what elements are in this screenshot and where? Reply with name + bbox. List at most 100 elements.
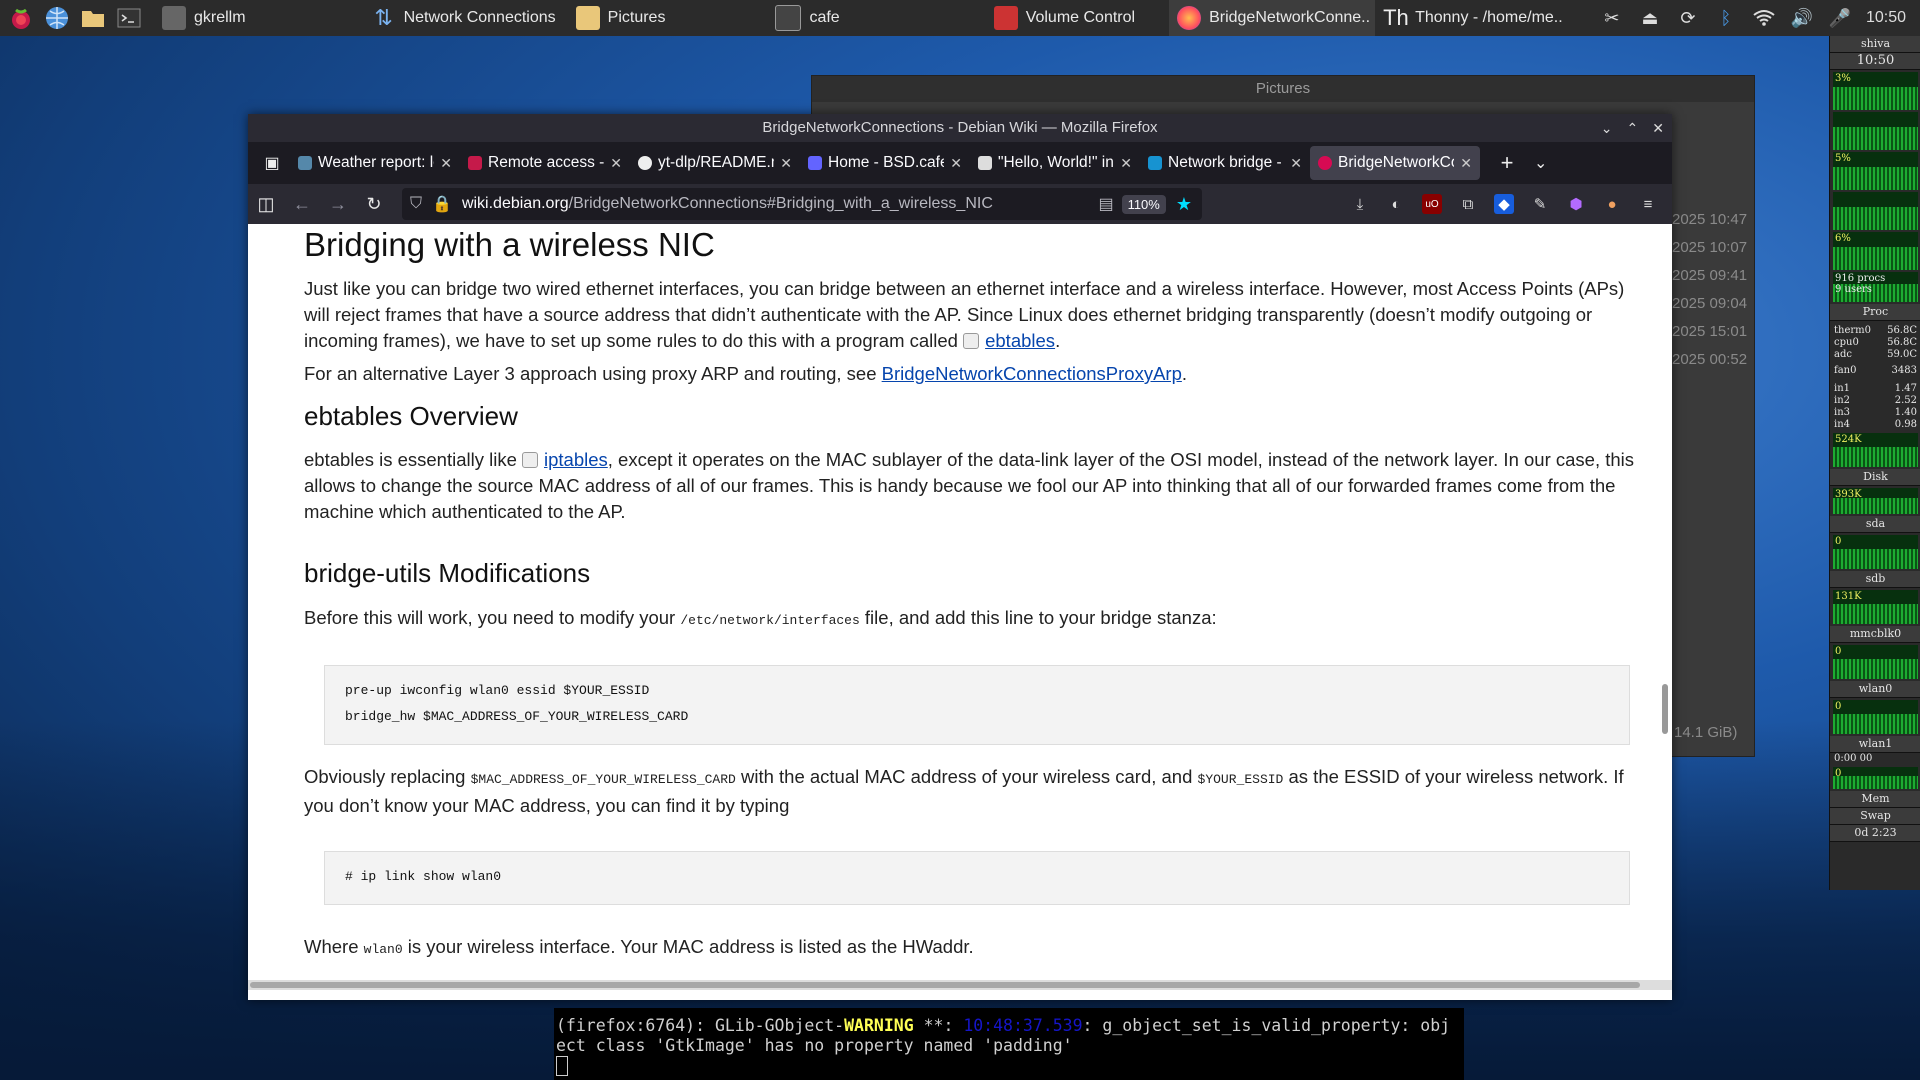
tab-label: BridgeNetworkCo [1338, 154, 1455, 171]
terminal-launcher-icon[interactable] [114, 3, 144, 33]
tab-favicon-icon [1148, 156, 1162, 170]
tab-close-icon[interactable]: ✕ [1460, 155, 1472, 172]
date-cell: 2025 10:07 [1672, 239, 1748, 256]
sensor-name: in2 [1834, 395, 1851, 406]
task-firefox[interactable]: BridgeNetworkConne.. [1169, 0, 1376, 36]
clock[interactable]: 10:50 [1866, 6, 1906, 30]
close-icon[interactable]: ✕ [1652, 114, 1664, 142]
wlan0-value: 0 [1835, 701, 1842, 712]
back-icon[interactable]: ← [284, 194, 320, 215]
tab-favicon-icon [808, 156, 822, 170]
task-thonny[interactable]: Th Thonny - /home/me.. [1375, 0, 1591, 36]
paragraph-text: . [1055, 330, 1061, 351]
link-ebtables[interactable]: ebtables [985, 330, 1055, 351]
task-volume-control[interactable]: Volume Control [986, 0, 1143, 36]
firefox-view-icon[interactable]: ▣ [254, 153, 290, 173]
tab-network-bridge[interactable]: Network bridge - A ✕ [1140, 146, 1310, 180]
page-content[interactable]: Bridging with a wireless NIC Just like y… [248, 224, 1672, 990]
date-cell: 2025 09:04 [1672, 295, 1748, 312]
terminal-output[interactable]: (firefox:6764): GLib-GObject-WARNING **:… [554, 1008, 1464, 1080]
tab-yt-dlp[interactable]: yt-dlp/README.m ✕ [630, 146, 800, 180]
terminal-cursor [556, 1056, 568, 1076]
bluetooth-icon[interactable]: ᛒ [1714, 6, 1738, 30]
new-tab-button[interactable]: + [1494, 150, 1520, 176]
sensor-row: cpu0 56.8C [1830, 337, 1920, 349]
sidebar-icon[interactable]: ◫ [248, 194, 284, 215]
lock-icon[interactable]: 🔒 [432, 194, 452, 214]
raspberry-menu-icon[interactable] [6, 3, 36, 33]
reload-icon[interactable]: ↻ [356, 194, 392, 215]
cpu-label: 3% [1835, 73, 1851, 84]
sensor-name: in3 [1834, 407, 1851, 418]
downloads-icon[interactable]: ⤓ [1350, 194, 1370, 214]
scissors-icon[interactable]: ✂ [1600, 6, 1624, 30]
tab-close-icon[interactable]: ✕ [780, 155, 792, 172]
tab-close-icon[interactable]: ✕ [440, 155, 452, 172]
firefox-window[interactable]: BridgeNetworkConnections - Debian Wiki —… [248, 114, 1672, 1000]
bookmark-star-icon[interactable]: ★ [1176, 194, 1192, 215]
task-gkrellm[interactable]: gkrellm [154, 0, 254, 36]
extension-icon[interactable]: ✎ [1530, 194, 1550, 214]
volume-icon[interactable]: 🔊 [1790, 6, 1814, 30]
tab-bridge-network-connections[interactable]: BridgeNetworkCo ✕ [1310, 146, 1480, 180]
task-cafe-terminal[interactable]: cafe [767, 0, 847, 36]
sensor-value: 0.98 [1894, 419, 1917, 430]
sensor-name: adc [1834, 349, 1852, 360]
tab-close-icon[interactable]: ✕ [1120, 155, 1132, 172]
tab-close-icon[interactable]: ✕ [950, 155, 962, 172]
tab-remote-access[interactable]: Remote access - R ✕ [460, 146, 630, 180]
file-manager-icon[interactable] [78, 3, 108, 33]
wlan1-graph: 0 [1833, 767, 1918, 789]
url-bar[interactable]: ⛉ 🔒 wiki.debian.org/BridgeNetworkConnect… [402, 188, 1202, 220]
scrollbar-thumb[interactable] [250, 982, 1640, 988]
extension-icon[interactable]: ◐ [1386, 194, 1406, 214]
date-cell: 2025 10:47 [1672, 211, 1748, 228]
tab-close-icon[interactable]: ✕ [1290, 155, 1302, 172]
mixer-icon [993, 6, 1018, 30]
list-all-tabs-icon[interactable]: ⌄ [1534, 153, 1547, 173]
tab-close-icon[interactable]: ✕ [610, 155, 622, 172]
account-icon[interactable]: ● [1602, 194, 1622, 214]
inline-code: $YOUR_ESSID [1197, 772, 1284, 787]
tab-favicon-icon [468, 156, 482, 170]
maximize-icon[interactable]: ⌃ [1627, 114, 1639, 142]
tab-hello-world[interactable]: "Hello, World!" in 2 ✕ [970, 146, 1140, 180]
reader-view-icon[interactable]: ▤ [1098, 194, 1113, 214]
section-heading: Bridging with a wireless NIC [304, 226, 715, 263]
tracking-shield-icon[interactable]: ⛉ [410, 195, 422, 213]
code-block[interactable]: # ip link show wlan0 [324, 851, 1630, 905]
sensor-name: in1 [1834, 383, 1851, 394]
tab-weather[interactable]: Weather report: le ✕ [290, 146, 460, 180]
terminal-text: **: [913, 1016, 964, 1035]
paragraph: Before this will work, you need to modif… [304, 605, 1654, 634]
horizontal-scrollbar[interactable] [248, 980, 1672, 990]
sync-icon[interactable]: ⟳ [1676, 6, 1700, 30]
sensor-name: therm0 [1834, 325, 1872, 336]
task-pictures[interactable]: Pictures [568, 0, 674, 36]
tab-favicon-icon [1318, 156, 1332, 170]
menu-icon[interactable]: ≡ [1638, 194, 1658, 214]
minimize-icon[interactable]: ⌄ [1601, 114, 1613, 142]
link-iptables[interactable]: iptables [544, 449, 608, 470]
gkrellm-monitor[interactable]: shiva 10:50 3% 5% 6% 916 procs 9 users Pr… [1829, 36, 1920, 890]
link-proxy-arp[interactable]: BridgeNetworkConnectionsProxyArp [882, 363, 1182, 384]
ublock-icon[interactable]: uO [1422, 194, 1442, 214]
wlan0-header: wlan0 [1830, 681, 1920, 698]
task-network-connections[interactable]: ⇅ Network Connections [364, 0, 564, 36]
wifi-icon[interactable] [1752, 6, 1776, 30]
extension-icon[interactable]: ⬢ [1566, 194, 1586, 214]
disk-graph: 393K [1833, 488, 1918, 514]
forward-icon[interactable]: → [320, 194, 356, 215]
zoom-level[interactable]: 110% [1121, 194, 1166, 214]
web-browser-icon[interactable] [42, 3, 72, 33]
firefox-titlebar[interactable]: BridgeNetworkConnections - Debian Wiki —… [248, 114, 1672, 142]
eject-icon[interactable]: ⏏ [1638, 6, 1662, 30]
sensor-row: in2 2.52 [1830, 395, 1920, 407]
code-block[interactable]: pre-up iwconfig wlan0 essid $YOUR_ESSID … [324, 665, 1630, 745]
bitwarden-icon[interactable]: ◆ [1494, 194, 1514, 214]
tab-bsd-cafe[interactable]: Home - BSD.cafe | ✕ [800, 146, 970, 180]
wlan0-graph: 0 [1833, 700, 1918, 734]
microphone-icon[interactable]: 🎤 [1828, 6, 1852, 30]
extensions-puzzle-icon[interactable]: ⧉ [1458, 194, 1478, 214]
vertical-scrollbar[interactable] [1662, 684, 1668, 734]
